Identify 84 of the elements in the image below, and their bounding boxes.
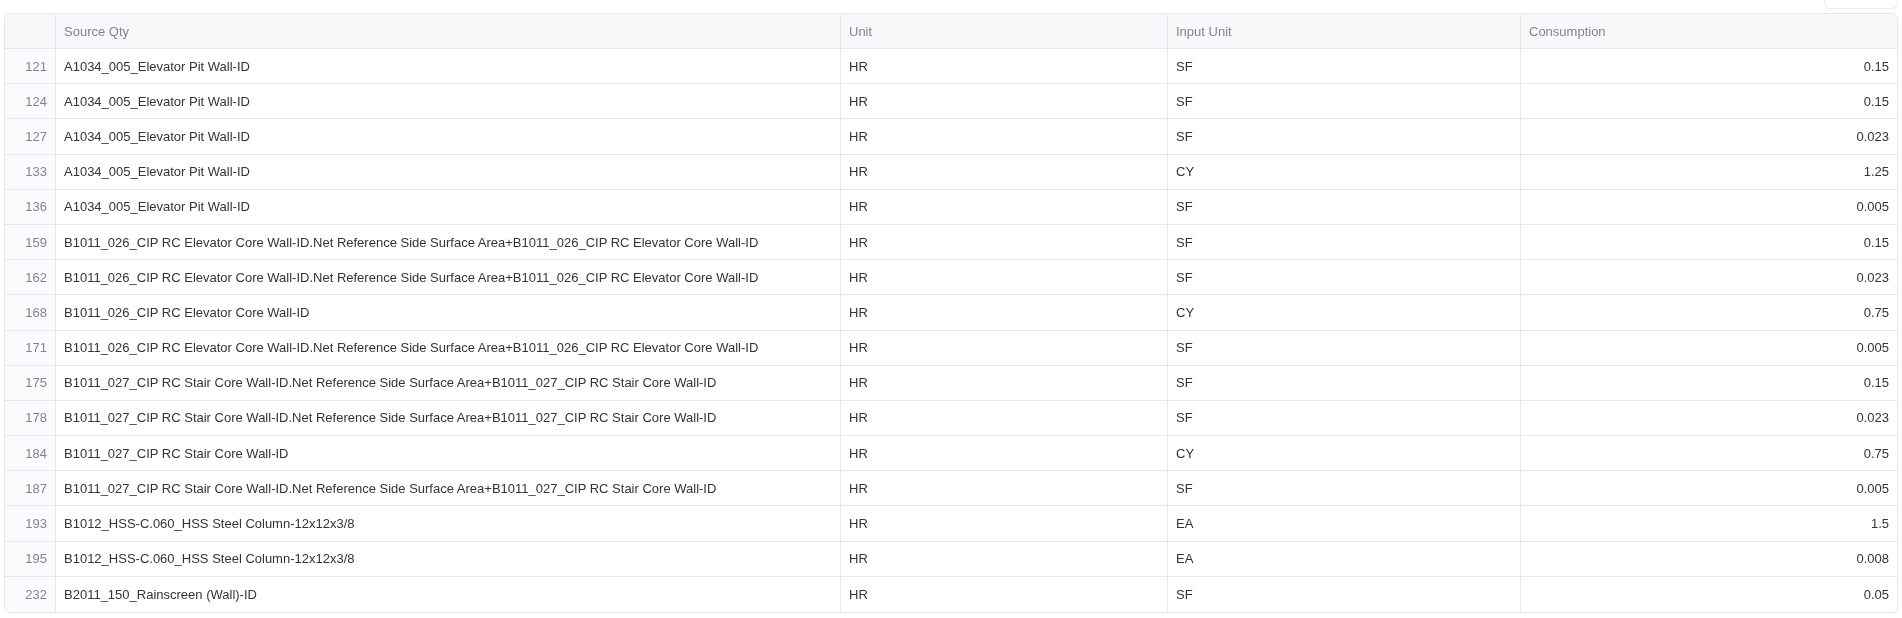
table-cell: HR [841,400,1168,437]
table-cell: HR [841,260,1168,296]
table-cell: 0.023 [1521,260,1897,296]
row-index: 162 [5,260,56,296]
row-index: 193 [5,506,56,542]
table-cell: HR [841,365,1168,401]
table-cell: CY [1168,436,1521,472]
row-index: 175 [5,365,56,401]
table-cell: 0.15 [1521,49,1897,85]
table-cell: 0.005 [1521,189,1897,225]
table-cell: B2011_150_Rainscreen (Wall)-ID [56,576,841,612]
row-index: 178 [5,400,56,437]
table-cell: CY [1168,295,1521,331]
table-cell: 0.005 [1521,471,1897,507]
row-index: 232 [5,576,56,612]
row-index: 187 [5,471,56,507]
table-cell: EA [1168,541,1521,577]
table-cell: B1011_026_CIP RC Elevator Core Wall-ID.Net Reference Side Surface Area+B1011_026_CIP RC Elevator Core Wall-ID [56,330,841,366]
table-cell: A1034_005_Elevator Pit Wall-ID [56,49,841,85]
table-cell: SF [1168,119,1521,155]
table-cell: HR [841,49,1168,85]
column-header[interactable]: Input Unit [1168,14,1521,49]
table-cell: HR [841,506,1168,542]
table-cell: B1011_026_CIP RC Elevator Core Wall-ID [56,295,841,331]
row-index: 168 [5,295,56,331]
table-cell: A1034_005_Elevator Pit Wall-ID [56,154,841,190]
table-cell: 0.75 [1521,436,1897,472]
column-header[interactable]: Unit [841,14,1168,49]
table-cell: 0.75 [1521,295,1897,331]
row-index: 136 [5,189,56,225]
table-cell: SF [1168,189,1521,225]
row-index: 127 [5,119,56,155]
table-cell: 0.15 [1521,84,1897,120]
table-cell: 0.023 [1521,119,1897,155]
table-cell: EA [1168,506,1521,542]
table-cell: SF [1168,471,1521,507]
table-cell: HR [841,189,1168,225]
table-cell: SF [1168,260,1521,296]
table-cell-text: 0.05 [1862,585,1890,604]
table-cell: 1.25 [1521,154,1897,190]
row-index: 124 [5,84,56,120]
table-cell: SF [1168,330,1521,366]
table-cell: SF [1168,576,1521,612]
table-cell: HR [841,330,1168,366]
table-cell: B1011_026_CIP RC Elevator Core Wall-ID.Net Reference Side Surface Area+B1011_026_CIP RC Elevator Core Wall-ID [56,224,841,261]
table-cell: 0.008 [1521,541,1897,577]
table-cell: A1034_005_Elevator Pit Wall-ID [56,84,841,120]
table-cell: A1034_005_Elevator Pit Wall-ID [56,119,841,155]
table-cell: B1012_HSS-C.060_HSS Steel Column-12x12x3/8 [56,541,841,577]
table-cell: HR [841,295,1168,331]
row-index: 184 [5,436,56,472]
table-cell: B1012_HSS-C.060_HSS Steel Column-12x12x3/8 [56,506,841,542]
table-cell: HR [841,224,1168,261]
table-cell: 0.005 [1521,330,1897,366]
row-index: 171 [5,330,56,366]
row-index: 159 [5,224,56,261]
table-cell: B1011_027_CIP RC Stair Core Wall-ID.Net Reference Side Surface Area+B1011_027_CIP RC Stair Core Wall-ID [56,365,841,401]
table-cell: HR [841,471,1168,507]
table-cell: B1011_027_CIP RC Stair Core Wall-ID.Net Reference Side Surface Area+B1011_027_CIP RC Stair Core Wall-ID [56,471,841,507]
table-cell: HR [841,541,1168,577]
table-cell: HR [841,436,1168,472]
table-cell: B1011_026_CIP RC Elevator Core Wall-ID.Net Reference Side Surface Area+B1011_026_CIP RC Elevator Core Wall-ID [56,260,841,296]
table-cell: HR [841,119,1168,155]
table-cell: 0.15 [1521,365,1897,401]
table-cell: SF [1168,49,1521,85]
table-cell: SF [1168,84,1521,120]
table-cell: B1011_027_CIP RC Stair Core Wall-ID.Net Reference Side Surface Area+B1011_027_CIP RC Stair Core Wall-ID [56,400,841,437]
table-cell: HR [841,154,1168,190]
row-index: 121 [5,49,56,85]
column-header[interactable]: Source Qty [56,14,841,49]
table-cell: CY [1168,154,1521,190]
column-header[interactable]: Consumption [1521,14,1897,49]
row-index: 195 [5,541,56,577]
table-cell: HR [841,576,1168,612]
table-cell: HR [841,84,1168,120]
table-cell: SF [1168,400,1521,437]
table-cell: B1011_027_CIP RC Stair Core Wall-ID [56,436,841,472]
table-cell: A1034_005_Elevator Pit Wall-ID [56,189,841,225]
table-cell: 0.023 [1521,400,1897,437]
table-cell: SF [1168,365,1521,401]
table-cell: SF [1168,224,1521,261]
table-cell: 0.15 [1521,224,1897,261]
row-index: 133 [5,154,56,190]
table-cell: 1.5 [1521,506,1897,542]
